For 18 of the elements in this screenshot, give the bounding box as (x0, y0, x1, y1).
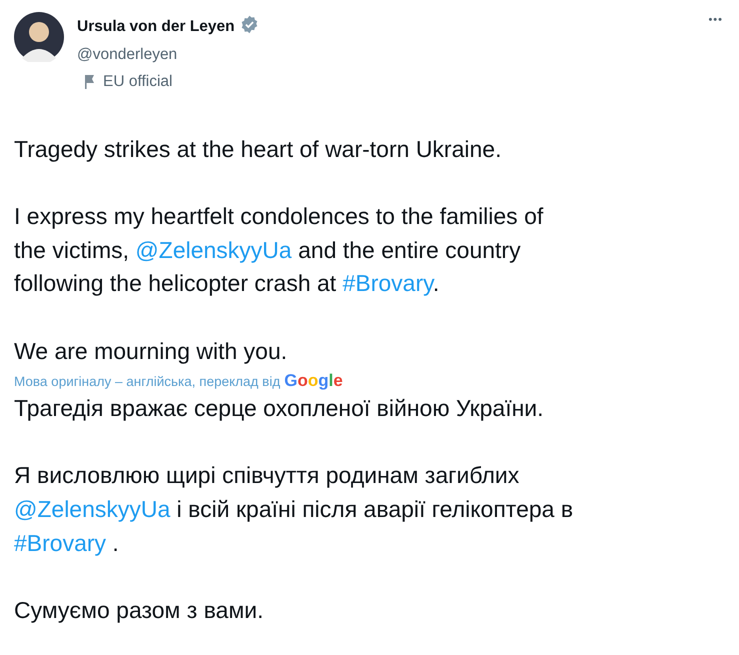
flag-icon (84, 75, 96, 89)
hashtag-link[interactable]: #Brovary (342, 270, 433, 296)
avatar-icon[interactable] (14, 12, 64, 62)
tweet-text: We are mourning with you. (14, 336, 288, 366)
hashtag-link[interactable]: #Brovary (14, 530, 106, 556)
tweet-text: Tragedy strikes at the heart of war-torn Ukraine. (14, 135, 502, 164)
tweet-text: I express my heartfelt condolences to the families of the victims, @ZelenskyyUa and the entire country following the helicopter crash at #Brovary. (14, 202, 544, 298)
author-handle[interactable]: @vonderleyen (77, 46, 259, 64)
account-label: EU official (103, 73, 172, 91)
tweet-text: Я висловлюю щирі співчуття родинам загиблих @ZelenskyyUa і всій країні після аварії гелікоптера в #Brovary . (14, 461, 574, 558)
mention-link[interactable]: @ZelenskyyUa (14, 496, 170, 522)
translation-note: Мова оригіналу – англійська, переклад від (14, 373, 280, 392)
google-logo: Google (284, 372, 343, 390)
tweet-text: Трагедія вражає серце охопленої війною України. (14, 394, 545, 424)
mention-link[interactable]: @ZelenskyyUa (135, 236, 292, 263)
author-name[interactable]: Ursula von der Leyen (77, 18, 235, 36)
more-menu-button[interactable]: ••• (708, 14, 723, 26)
tweet-text: Сумуємо разом з вами. (14, 596, 264, 625)
